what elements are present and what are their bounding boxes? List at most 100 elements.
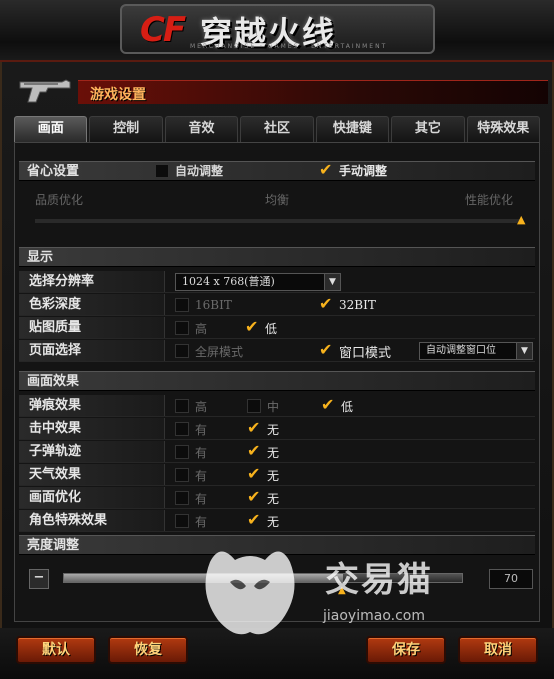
texture-high-option[interactable]: 高	[175, 320, 207, 336]
cancel-button[interactable]: 取消	[458, 636, 538, 664]
texture-high-checkbox[interactable]	[175, 321, 189, 335]
check-mark-icon: ✔	[247, 464, 261, 483]
section-brightness-header: 亮度调整	[19, 535, 535, 555]
image-optimize-row: 画面优化 有 ✔ 无	[19, 487, 535, 509]
bullet-trail-on-checkbox[interactable]	[175, 445, 189, 459]
resolution-select[interactable]: 1024 x 768(普通) ▼	[175, 273, 341, 291]
texture-low-checkbox[interactable]: ✔	[245, 317, 259, 336]
bullet-trail-off-option[interactable]: ✔ 无	[247, 441, 279, 460]
tab-sound[interactable]: 音效	[164, 116, 239, 142]
auto-adjust-option[interactable]: 自动调整	[155, 163, 223, 179]
manual-adjust-option[interactable]: ✔ 手动调整	[319, 160, 387, 179]
hit-effect-on-option[interactable]: 有	[175, 421, 207, 437]
check-mark-icon: ✔	[247, 510, 261, 529]
bullet-trail-label: 子弹轨迹	[19, 441, 165, 462]
tab-other[interactable]: 其它	[391, 116, 465, 142]
hit-effect-off-label: 无	[267, 422, 280, 437]
default-button[interactable]: 默认	[16, 636, 96, 664]
manual-adjust-checkbox[interactable]: ✔	[319, 160, 333, 179]
bullet-hole-high-checkbox[interactable]	[175, 399, 189, 413]
quality-slider-thumb[interactable]: ▲	[517, 213, 525, 226]
fullscreen-checkbox[interactable]	[175, 344, 189, 358]
auto-adjust-label: 自动调整	[175, 163, 224, 178]
logo-subtitle: MERCHANDISE · GAMES · ENTERTAINMENT	[190, 43, 388, 50]
brightness-slider-thumb[interactable]: ▲	[338, 585, 346, 596]
color-16bit-checkbox[interactable]	[175, 298, 189, 312]
window-mode-checkbox[interactable]: ✔	[319, 340, 333, 359]
quality-slider-track[interactable]	[35, 219, 523, 223]
quality-slider-area: 品质优化 均衡 性能优化 ▲	[19, 185, 535, 229]
hit-effect-off-option[interactable]: ✔ 无	[247, 418, 280, 437]
character-effect-on-label: 有	[195, 514, 208, 529]
image-optimize-label: 画面优化	[19, 487, 165, 508]
quality-mid-label: 均衡	[265, 193, 290, 207]
dialog-title-bar: 游戏设置	[78, 80, 548, 104]
character-effect-row: 角色特殊效果 有 ✔ 无	[19, 510, 535, 532]
tab-special-effects[interactable]: 特殊效果	[466, 116, 540, 142]
top-banner: CF 穿越火线 MERCHANDISE · GAMES · ENTERTAINM…	[0, 0, 554, 62]
image-optimize-off-option[interactable]: ✔ 无	[247, 487, 280, 506]
weather-effect-row: 天气效果 有 ✔ 无	[19, 464, 535, 486]
color-16bit-option[interactable]: 16BIT	[175, 297, 232, 313]
chevron-down-icon[interactable]: ▼	[516, 343, 532, 359]
character-effect-off-option[interactable]: ✔ 无	[247, 510, 279, 529]
save-button[interactable]: 保存	[366, 636, 446, 664]
weather-effect-on-checkbox[interactable]	[175, 468, 189, 482]
quality-right-label: 性能优化	[465, 193, 514, 207]
character-effect-off-checkbox[interactable]: ✔	[247, 510, 261, 529]
window-mode-label: 窗口模式	[339, 345, 392, 361]
image-optimize-on-label: 有	[195, 491, 208, 506]
weather-effect-off-checkbox[interactable]: ✔	[247, 464, 261, 483]
restore-button[interactable]: 恢复	[108, 636, 188, 664]
image-optimize-off-label: 无	[267, 491, 280, 506]
bullet-hole-mid-option[interactable]: 中	[247, 398, 279, 414]
tab-hotkeys[interactable]: 快捷键	[315, 116, 390, 142]
window-mode-option[interactable]: ✔ 窗口模式	[319, 340, 392, 361]
pistol-icon	[19, 79, 71, 103]
image-optimize-on-checkbox[interactable]	[175, 491, 189, 505]
hit-effect-on-checkbox[interactable]	[175, 422, 189, 436]
quality-left-label: 品质优化	[35, 193, 84, 207]
fullscreen-label: 全屏模式	[195, 344, 244, 359]
bottom-button-bar: 默认 恢复 保存 取消	[0, 628, 554, 679]
auto-adjust-checkbox[interactable]	[155, 164, 169, 178]
bullet-hole-low-checkbox[interactable]: ✔	[321, 395, 335, 414]
check-mark-icon: ✔	[319, 294, 333, 313]
resolution-label: 选择分辨率	[19, 271, 165, 292]
color-32bit-checkbox[interactable]: ✔	[319, 294, 333, 313]
bullet-trail-on-option[interactable]: 有	[175, 444, 207, 460]
image-optimize-off-checkbox[interactable]: ✔	[247, 487, 261, 506]
bullet-trail-off-checkbox[interactable]: ✔	[247, 441, 261, 460]
image-optimize-on-option[interactable]: 有	[175, 490, 207, 506]
cf-logo-mark: CF	[140, 10, 186, 50]
character-effect-on-option[interactable]: 有	[175, 513, 207, 529]
check-mark-icon: ✔	[247, 487, 261, 506]
tab-community[interactable]: 社区	[240, 116, 314, 142]
resolution-row: 选择分辨率 1024 x 768(普通) ▼	[19, 271, 535, 293]
bullet-hole-mid-label: 中	[267, 399, 280, 414]
chevron-down-icon[interactable]: ▼	[324, 274, 340, 290]
settings-tabs: 画面 控制 音效 社区 快捷键 其它 特殊效果	[14, 116, 540, 142]
weather-effect-off-option[interactable]: ✔ 无	[247, 464, 279, 483]
bullet-hole-mid-checkbox[interactable]	[247, 399, 261, 413]
window-position-select[interactable]: 自动调整窗口位 ▼	[419, 342, 533, 360]
tab-control[interactable]: 控制	[89, 116, 163, 142]
hit-effect-off-checkbox[interactable]: ✔	[247, 418, 261, 437]
weather-effect-on-option[interactable]: 有	[175, 467, 207, 483]
fullscreen-option[interactable]: 全屏模式	[175, 343, 243, 359]
color-32bit-option[interactable]: ✔ 32BIT	[319, 294, 376, 313]
texture-low-option[interactable]: ✔ 低	[245, 317, 277, 336]
color-depth-label: 色彩深度	[19, 294, 165, 315]
bullet-hole-high-option[interactable]: 高	[175, 398, 207, 414]
page-mode-label: 页面选择	[19, 340, 165, 361]
bullet-hole-row: 弹痕效果 高 中 ✔ 低	[19, 395, 535, 417]
resolution-value: 1024 x 768(普通)	[182, 275, 275, 288]
section-quality-header: 省心设置 自动调整 ✔ 手动调整	[19, 160, 535, 181]
bullet-hole-low-option[interactable]: ✔ 低	[321, 395, 353, 414]
brightness-slider-track[interactable]	[63, 573, 463, 583]
brightness-minus-button[interactable]: −	[29, 569, 49, 589]
tab-display[interactable]: 画面	[14, 116, 88, 142]
section-brightness-title: 亮度调整	[27, 538, 80, 553]
check-mark-icon: ✔	[319, 160, 333, 179]
character-effect-on-checkbox[interactable]	[175, 514, 189, 528]
